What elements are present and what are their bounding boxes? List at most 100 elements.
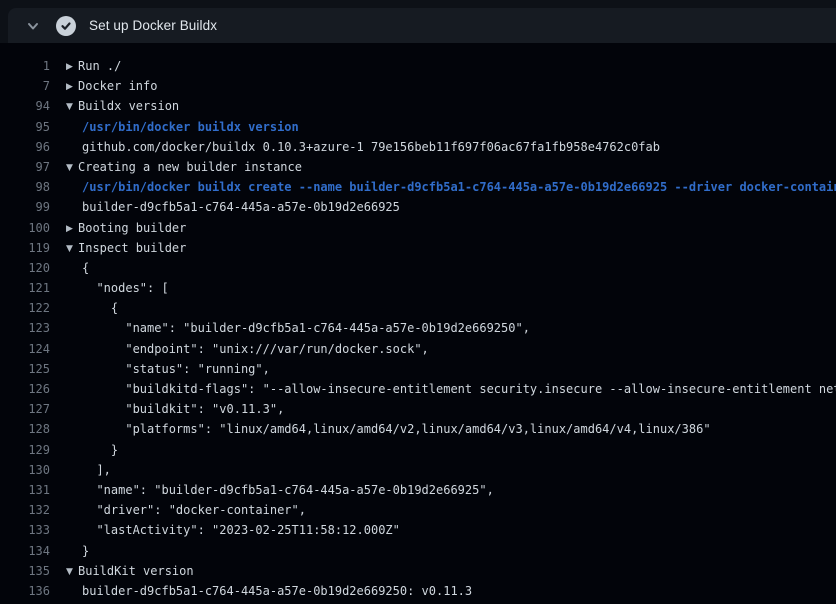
log-line: 96 github.com/docker/buildx 0.10.3+azure… — [0, 137, 836, 157]
group-title: BuildKit version — [78, 564, 194, 578]
log-line: 99 builder-d9cfb5a1-c764-445a-a57e-0b19d… — [0, 197, 836, 217]
log-line: 125 "status": "running", — [0, 359, 836, 379]
log-line: 130 ], — [0, 460, 836, 480]
line-number[interactable]: 126 — [0, 379, 50, 399]
group-expanded-arrow-icon[interactable]: ▼ — [66, 562, 78, 581]
output-text: "name": "builder-d9cfb5a1-c764-445a-a57e… — [66, 318, 530, 338]
log-line: 95 /usr/bin/docker buildx version — [0, 117, 836, 137]
log-line: 128 "platforms": "linux/amd64,linux/amd6… — [0, 419, 836, 439]
log-line: 133 "lastActivity": "2023-02-25T11:58:12… — [0, 520, 836, 540]
group-collapsed-arrow-icon[interactable]: ▶ — [66, 57, 78, 76]
line-number[interactable]: 133 — [0, 520, 50, 540]
output-text: "driver": "docker-container", — [66, 500, 306, 520]
output-text: "buildkitd-flags": "--allow-insecure-ent… — [66, 379, 836, 399]
output-text: "lastActivity": "2023-02-25T11:58:12.000… — [66, 520, 400, 540]
log-line: 136 builder-d9cfb5a1-c764-445a-a57e-0b19… — [0, 581, 836, 601]
line-number[interactable]: 129 — [0, 440, 50, 460]
line-number[interactable]: 7 — [0, 76, 50, 96]
log-group-header[interactable]: 97 ▼Creating a new builder instance — [0, 157, 836, 177]
log-line: 121 "nodes": [ — [0, 278, 836, 298]
line-number[interactable]: 131 — [0, 480, 50, 500]
log-group-header[interactable]: 119 ▼Inspect builder — [0, 238, 836, 258]
log-lines: 1 ▶Run ./ 7 ▶Docker info 94 ▼Buildx vers… — [0, 43, 836, 604]
output-text: github.com/docker/buildx 0.10.3+azure-1 … — [66, 137, 660, 157]
line-number[interactable]: 97 — [0, 157, 50, 177]
group-collapsed-arrow-icon[interactable]: ▶ — [66, 219, 78, 238]
group-expanded-arrow-icon[interactable]: ▼ — [66, 97, 78, 116]
group-content: ▶Booting builder — [66, 218, 186, 238]
output-text: "endpoint": "unix:///var/run/docker.sock… — [66, 339, 429, 359]
output-text: ], — [66, 460, 111, 480]
output-text: { — [66, 298, 118, 318]
output-text: builder-d9cfb5a1-c764-445a-a57e-0b19d2e6… — [66, 581, 472, 601]
line-number[interactable]: 119 — [0, 238, 50, 258]
group-title: Run ./ — [78, 59, 121, 73]
group-content: ▶Run ./ — [66, 56, 121, 76]
line-number[interactable]: 134 — [0, 541, 50, 561]
output-text: } — [66, 541, 89, 561]
log-line: 131 "name": "builder-d9cfb5a1-c764-445a-… — [0, 480, 836, 500]
command-text: /usr/bin/docker buildx create --name bui… — [66, 177, 836, 197]
line-number[interactable]: 123 — [0, 318, 50, 338]
line-number[interactable]: 128 — [0, 419, 50, 439]
log-line: 129 } — [0, 440, 836, 460]
line-number[interactable]: 121 — [0, 278, 50, 298]
line-number[interactable]: 94 — [0, 96, 50, 116]
step-header[interactable]: Set up Docker Buildx — [8, 8, 836, 43]
log-group-header[interactable]: 100 ▶Booting builder — [0, 218, 836, 238]
group-content: ▼Creating a new builder instance — [66, 157, 302, 177]
output-text: "status": "running", — [66, 359, 270, 379]
line-number[interactable]: 130 — [0, 460, 50, 480]
line-number[interactable]: 136 — [0, 581, 50, 601]
group-title: Inspect builder — [78, 241, 186, 255]
log-line: 124 "endpoint": "unix:///var/run/docker.… — [0, 339, 836, 359]
step-title: Set up Docker Buildx — [89, 18, 217, 33]
group-title: Docker info — [78, 79, 157, 93]
check-circle-icon — [56, 16, 76, 36]
log-line: 122 { — [0, 298, 836, 318]
output-text: "name": "builder-d9cfb5a1-c764-445a-a57e… — [66, 480, 494, 500]
group-expanded-arrow-icon[interactable]: ▼ — [66, 239, 78, 258]
line-number[interactable]: 132 — [0, 500, 50, 520]
line-number[interactable]: 120 — [0, 258, 50, 278]
line-number[interactable]: 124 — [0, 339, 50, 359]
group-content: ▶Docker info — [66, 76, 157, 96]
group-collapsed-arrow-icon[interactable]: ▶ — [66, 77, 78, 96]
group-expanded-arrow-icon[interactable]: ▼ — [66, 158, 78, 177]
log-line: 98 /usr/bin/docker buildx create --name … — [0, 177, 836, 197]
log-line: 127 "buildkit": "v0.11.3", — [0, 399, 836, 419]
line-number[interactable]: 122 — [0, 298, 50, 318]
group-content: ▼Inspect builder — [66, 238, 186, 258]
log-line: 123 "name": "builder-d9cfb5a1-c764-445a-… — [0, 318, 836, 338]
output-text: builder-d9cfb5a1-c764-445a-a57e-0b19d2e6… — [66, 197, 400, 217]
command-text: /usr/bin/docker buildx version — [66, 117, 299, 137]
log-group-header[interactable]: 135 ▼BuildKit version — [0, 561, 836, 581]
log-line: 134 } — [0, 541, 836, 561]
line-number[interactable]: 98 — [0, 177, 50, 197]
output-text: "buildkit": "v0.11.3", — [66, 399, 284, 419]
output-text: { — [66, 258, 89, 278]
line-number[interactable]: 135 — [0, 561, 50, 581]
line-number[interactable]: 127 — [0, 399, 50, 419]
output-text: } — [66, 440, 118, 460]
chevron-down-icon[interactable] — [26, 19, 40, 33]
line-number[interactable]: 125 — [0, 359, 50, 379]
group-content: ▼BuildKit version — [66, 561, 194, 581]
output-text: "platforms": "linux/amd64,linux/amd64/v2… — [66, 419, 711, 439]
log-group-header[interactable]: 94 ▼Buildx version — [0, 96, 836, 116]
log-line: 120 { — [0, 258, 836, 278]
group-title: Booting builder — [78, 221, 186, 235]
log-group-header[interactable]: 1 ▶Run ./ — [0, 56, 836, 76]
group-content: ▼Buildx version — [66, 96, 179, 116]
output-text: "nodes": [ — [66, 278, 169, 298]
group-title: Buildx version — [78, 99, 179, 113]
line-number[interactable]: 99 — [0, 197, 50, 217]
log-line: 126 "buildkitd-flags": "--allow-insecure… — [0, 379, 836, 399]
line-number[interactable]: 95 — [0, 117, 50, 137]
line-number[interactable]: 96 — [0, 137, 50, 157]
line-number[interactable]: 100 — [0, 218, 50, 238]
log-group-header[interactable]: 7 ▶Docker info — [0, 76, 836, 96]
log-line: 132 "driver": "docker-container", — [0, 500, 836, 520]
line-number[interactable]: 1 — [0, 56, 50, 76]
group-title: Creating a new builder instance — [78, 160, 302, 174]
